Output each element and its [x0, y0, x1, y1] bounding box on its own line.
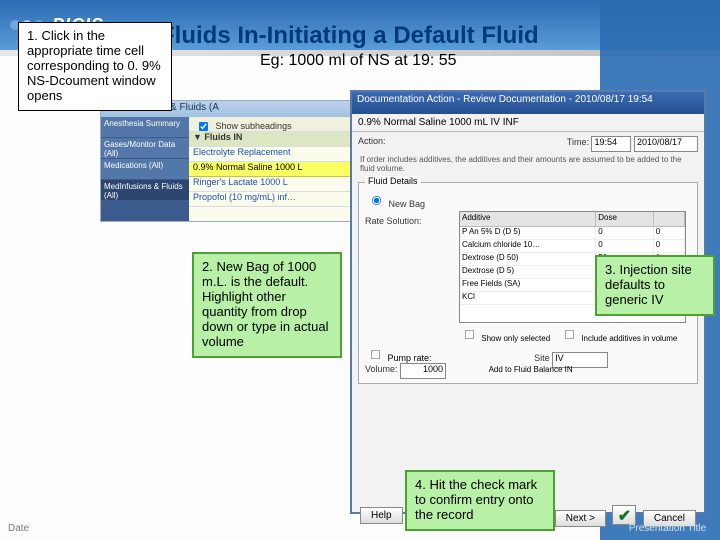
col-dose: Dose — [596, 212, 654, 226]
volume-field[interactable]: 1000 — [400, 363, 446, 379]
shot1-chk-label: Show subheadings — [216, 121, 292, 131]
newbag-label: New Bag — [389, 199, 426, 209]
shot1-row: Electrolyte Replacement — [189, 147, 351, 162]
time-field[interactable]: 19:54 — [591, 136, 631, 152]
footer-date: Date — [8, 523, 29, 534]
shot1-row: Ringer's Lactate 1000 L — [189, 177, 351, 192]
side-item: Medications (All) — [101, 159, 189, 179]
site-label: Site — [534, 353, 550, 363]
callout-step-3: 3. Injection site defaults to generic IV — [595, 255, 715, 316]
action-label: Action: — [358, 136, 386, 146]
side-item: MedInfusions & Fluids (All) — [101, 180, 189, 200]
add-fluid-balance-link[interactable]: Add to Fluid Balance IN — [489, 365, 573, 374]
pump-rate-checkbox[interactable]: Pump rate: — [365, 353, 432, 363]
volume-label: Volume: — [365, 364, 398, 374]
dialog-titlebar: Documentation Action - Review Documentat… — [352, 92, 704, 114]
callout-step-1: 1. Click in the appropriate time cell co… — [18, 22, 172, 111]
list-item[interactable]: Dextrose (D 5) — [460, 266, 596, 278]
list-item[interactable]: P An 5% D (D 5) — [460, 227, 596, 239]
chk-addinc-label: Include additives in volume — [581, 334, 677, 343]
callout-step-2: 2. New Bag of 1000 m.L. is the default. … — [192, 252, 342, 358]
newbag-radio[interactable]: New Bag — [365, 199, 425, 209]
side-item: Anesthesia Summary — [101, 117, 189, 137]
col-additive: Additive — [460, 212, 596, 226]
callout-4-text: 4. Hit the check mark to confirm entry o… — [415, 477, 537, 522]
list-item[interactable]: Calcium chloride 10… — [460, 240, 596, 252]
date-field[interactable]: 2010/08/17 — [634, 136, 698, 152]
slide-title: Fluids In-Initiating a Default Fluid — [160, 22, 539, 50]
next-button[interactable]: Next > — [555, 510, 606, 527]
callout-step-4: 4. Hit the check mark to confirm entry o… — [405, 470, 555, 531]
panel-legend: Fluid Details — [365, 176, 421, 186]
callout-1-text: 1. Click in the appropriate time cell co… — [27, 28, 161, 103]
help-button[interactable]: Help — [360, 507, 403, 524]
callout-3-text: 3. Injection site defaults to generic IV — [605, 262, 692, 307]
show-only-selected-checkbox[interactable]: Show only selected — [459, 334, 550, 343]
list-item[interactable]: Free Fields (SA) — [460, 279, 596, 291]
show-subheadings-checkbox[interactable] — [199, 122, 208, 131]
slide-subtitle: Eg: 1000 ml of NS at 19: 55 — [260, 52, 457, 70]
shot1-section: Fluids IN — [204, 132, 242, 142]
list-item[interactable]: KCl — [460, 292, 596, 304]
include-additives-checkbox[interactable]: Include additives in volume — [559, 334, 677, 343]
callout-2-text: 2. New Bag of 1000 m.L. is the default. … — [202, 259, 328, 349]
screenshot-fluids-grid: Med Infusions & Fluids (A Anesthesia Sum… — [100, 100, 352, 222]
chk-addsel-label: Show only selected — [481, 334, 550, 343]
side-item: Gases/Monitor Data (All) — [101, 138, 189, 158]
dialog-header: 0.9% Normal Saline 1000 mL IV INF — [352, 114, 704, 132]
pump-label: Pump rate: — [388, 353, 432, 363]
confirm-check-button[interactable]: ✔ — [612, 505, 636, 525]
list-item[interactable]: Dextrose (D 50) — [460, 253, 596, 265]
shot1-row: Propofol (10 mg/mL) inf… — [189, 192, 351, 207]
footer-title: Presentation Title — [629, 523, 706, 534]
shot1-row-highlight[interactable]: 0.9% Normal Saline 1000 L — [189, 162, 351, 177]
time-label: Time: — [567, 137, 589, 147]
